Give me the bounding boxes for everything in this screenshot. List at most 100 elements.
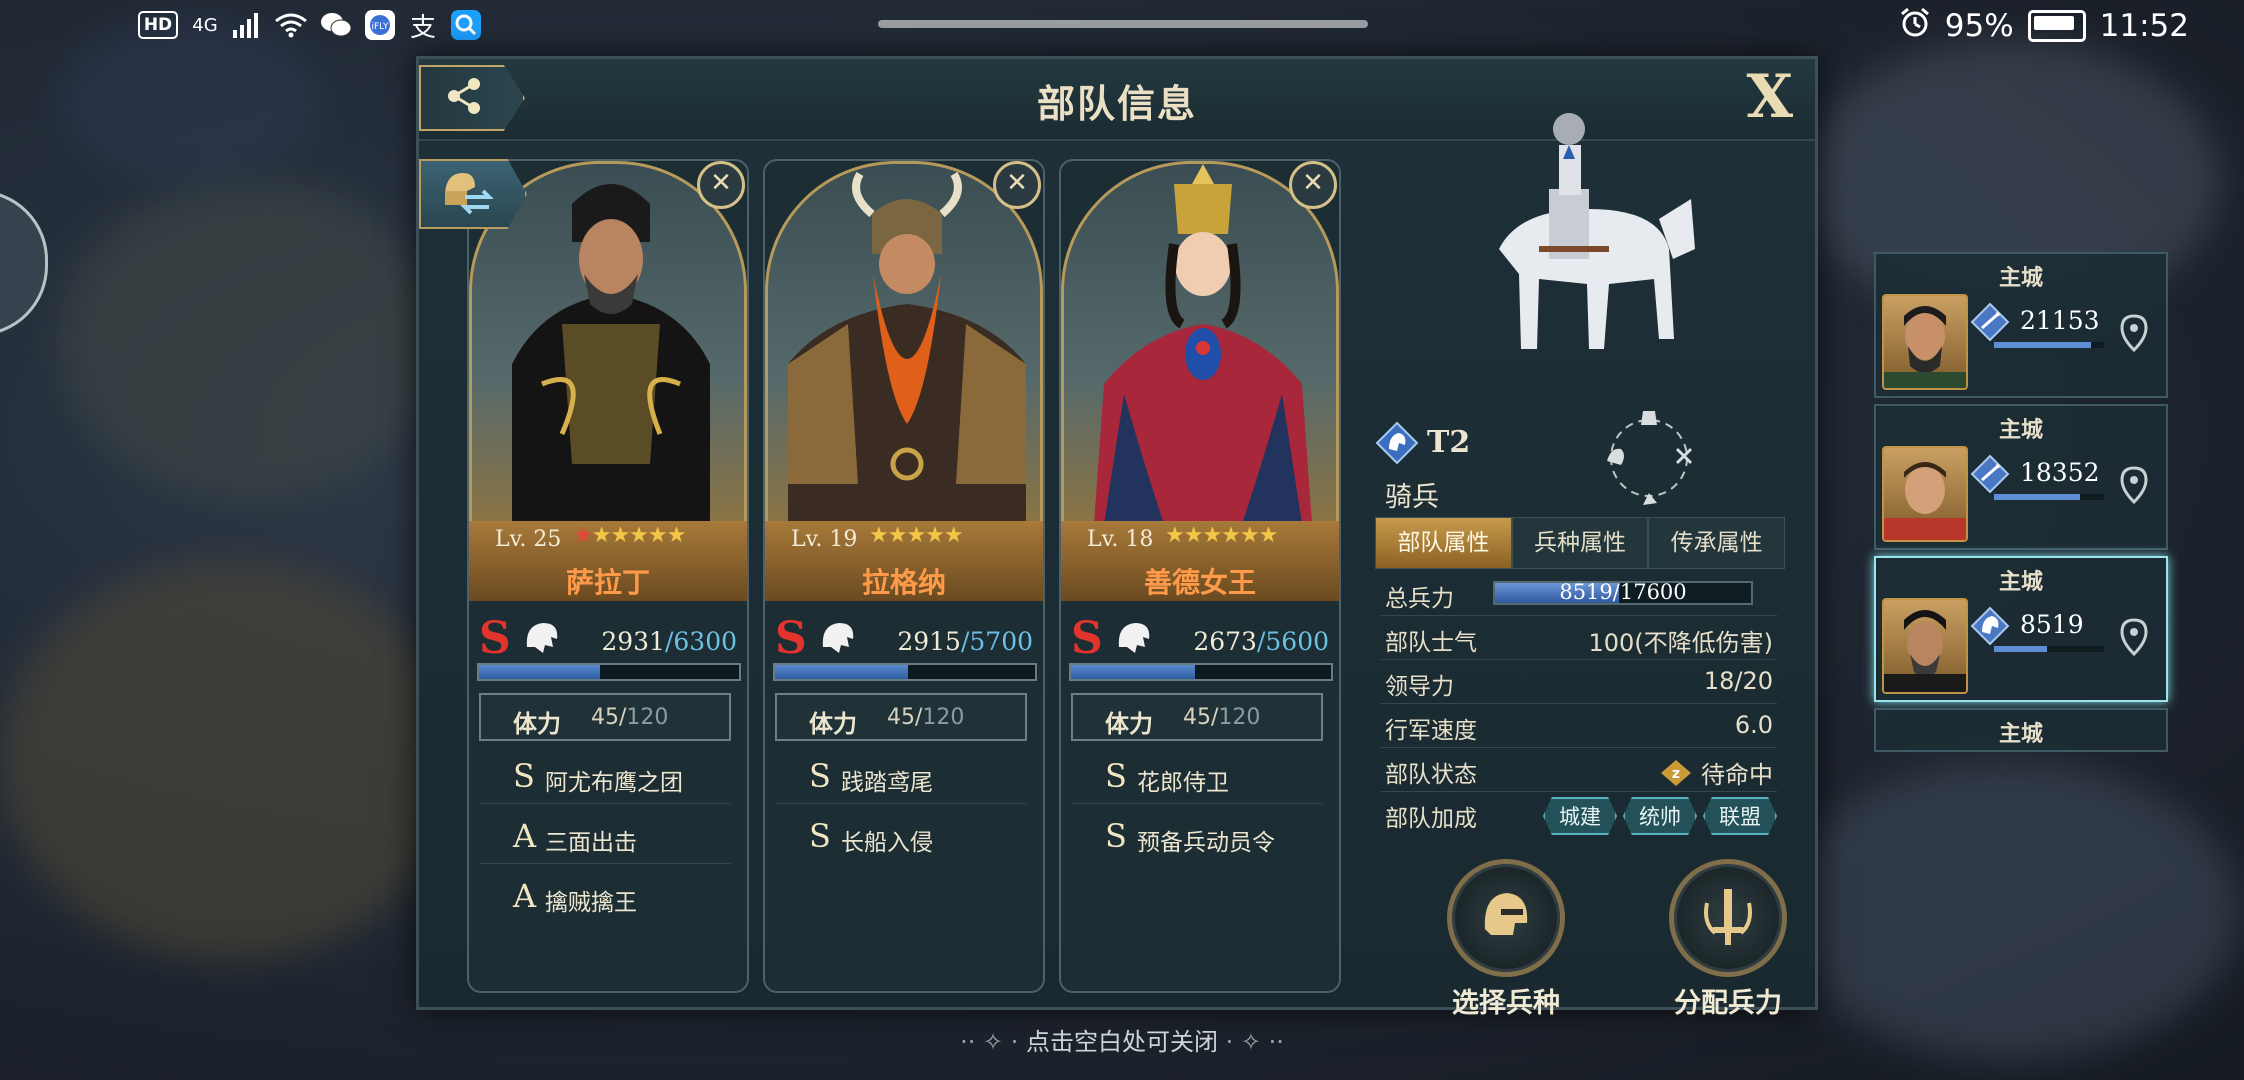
army-bar-fill [1994, 494, 2080, 500]
swap-commander-button[interactable] [419, 159, 527, 229]
skill-row[interactable]: S 阿尤布鹰之团 [479, 747, 731, 804]
close-hint-text: 点击空白处可关闭 [1026, 1028, 1218, 1056]
attr-label: 部队状态 [1385, 762, 1477, 788]
location-pin-icon[interactable] [2116, 616, 2152, 658]
total-troops-value: 8519/17600 [1559, 580, 1687, 604]
search-app-icon [450, 8, 482, 42]
unit-tier: T2 [1427, 425, 1471, 460]
stamina-value: 45/120 [887, 705, 964, 730]
army-slot[interactable]: 主城 18352 [1874, 404, 2168, 550]
troops-max: /6300 [664, 627, 737, 656]
commander-card[interactable]: ✕ Lv. 25 ★★★★★★ 萨拉丁 S 2931/6300 体力 45/12… [467, 159, 749, 993]
battery-percent: 95% [1944, 8, 2014, 44]
commander-card[interactable]: ✕ Lv. 19 ★★★★★ 拉格纳 S 2915/5700 体力 45/120… [763, 159, 1045, 993]
tab-unit-attributes[interactable]: 兵种属性 [1511, 517, 1649, 569]
skill-row[interactable]: S 预备兵动员令 [1071, 807, 1323, 863]
skill-rank: S [809, 817, 831, 855]
status-bar: HD 4G iFLY 支 95% 11:52 [0, 0, 2244, 52]
stamina-box: 体力 45/120 [479, 693, 731, 741]
skill-rank: S [513, 757, 535, 795]
army-bar-fill [1994, 342, 2091, 348]
wifi-icon [274, 8, 308, 42]
commander-rank: S [1071, 613, 1103, 664]
select-unit-label: 选择兵种 [1452, 988, 1560, 1019]
select-unit-button[interactable]: 选择兵种 [1421, 859, 1591, 1020]
unit-type: 骑兵 [1385, 482, 1439, 513]
attr-label: 领导力 [1385, 674, 1454, 700]
star-icon: ★ [573, 523, 593, 548]
battery-icon [2027, 10, 2086, 42]
troop-bar-fill [479, 665, 600, 679]
army-bar-fill [1994, 646, 2047, 652]
troop-bar-fill [1071, 665, 1196, 679]
stamina-box: 体力 45/120 [1071, 693, 1323, 741]
attr-value: 100(不降低伤害) [1588, 629, 1773, 657]
skill-row[interactable]: A 三面出击 [479, 807, 731, 864]
sword-icon [1669, 859, 1787, 977]
army-slot[interactable]: 主城 [1874, 708, 2168, 752]
attr-leadership: 领导力 18/20 [1381, 661, 1777, 704]
cavalry-type-icon [1970, 606, 2010, 646]
skill-name: 预备兵动员令 [1137, 830, 1275, 856]
army-slot-title: 主城 [1998, 418, 2043, 443]
commander-troops: 2673/5600 [1193, 627, 1329, 656]
attr-label: 部队加成 [1385, 806, 1477, 832]
attr-label: 部队士气 [1385, 630, 1477, 656]
commander-troops: 2931/6300 [601, 627, 737, 656]
army-slot-selected[interactable]: 主城 8519 [1874, 556, 2168, 702]
skill-rank: S [809, 757, 831, 795]
commander-name: 拉格纳 [861, 566, 946, 599]
stamina-label: 体力 [513, 710, 561, 738]
stamina-current: 45/ [1183, 705, 1219, 730]
close-hint: ·· ✧ · 点击空白处可关闭 · ✧ ·· [0, 1022, 2244, 1057]
location-pin-icon[interactable] [2116, 464, 2152, 506]
status-text: 待命中 [1701, 761, 1773, 789]
allocate-troops-button[interactable]: 分配兵力 [1643, 859, 1813, 1020]
commander-name: 善德女王 [1143, 566, 1256, 599]
troop-bar [477, 663, 741, 681]
wechat-icon [320, 8, 352, 42]
stamina-current: 45/ [887, 705, 923, 730]
stamina-max: 120 [626, 705, 669, 730]
army-bar [1994, 342, 2104, 348]
commander-portrait [1061, 161, 1339, 521]
stamina-max: 120 [922, 705, 965, 730]
skill-name: 长船入侵 [841, 830, 933, 856]
alarm-icon [1899, 6, 1931, 46]
stamina-value: 45/120 [591, 705, 668, 730]
remove-commander-button[interactable]: ✕ [697, 161, 745, 209]
skill-rank: S [1105, 757, 1127, 795]
svg-text:z: z [1672, 766, 1680, 782]
ifly-icon: iFLY [364, 8, 396, 42]
bonus-chip-alliance[interactable]: 联盟 [1703, 797, 1777, 835]
skill-row[interactable]: S 践踏鸢尾 [775, 747, 1027, 804]
army-slot-title: 主城 [1998, 722, 2043, 747]
svg-text:iFLY: iFLY [372, 22, 389, 32]
troops-current: 2931 [601, 627, 665, 656]
army-count: 18352 [2020, 458, 2100, 487]
ornament-icon: ·· ✧ · [960, 1028, 1019, 1056]
army-slot[interactable]: 主城 21153 [1874, 252, 2168, 398]
avatar [1882, 598, 1968, 694]
bonus-chip-city[interactable]: 城建 [1543, 797, 1617, 835]
remove-commander-button[interactable]: ✕ [993, 161, 1041, 209]
lion-emblem-icon [526, 623, 558, 653]
commander-rank: S [775, 613, 807, 664]
location-pin-icon[interactable] [2116, 312, 2152, 354]
troop-bar [1069, 663, 1333, 681]
army-bar [1994, 646, 2104, 652]
skill-row[interactable]: A 擒贼擒王 [479, 867, 731, 923]
tab-troop-attributes[interactable]: 部队属性 [1375, 517, 1512, 569]
clock: 11:52 [2099, 8, 2189, 44]
gesture-handle [878, 20, 1368, 28]
skill-row[interactable]: S 花郎侍卫 [1071, 747, 1323, 804]
attr-march-speed: 行军速度 6.0 [1381, 705, 1777, 748]
close-button[interactable]: X [1746, 65, 1793, 129]
commander-card[interactable]: ✕ Lv. 18 ★★★★★★ 善德女王 S 2673/5600 体力 45/1… [1059, 159, 1341, 993]
skill-row[interactable]: S 长船入侵 [775, 807, 1027, 863]
alipay-icon: 支 [409, 12, 436, 43]
commander-level: Lv. 19 [791, 527, 858, 552]
bonus-chip-commander[interactable]: 统帅 [1623, 797, 1697, 835]
tab-legacy-attributes[interactable]: 传承属性 [1648, 517, 1786, 569]
remove-commander-button[interactable]: ✕ [1289, 161, 1337, 209]
